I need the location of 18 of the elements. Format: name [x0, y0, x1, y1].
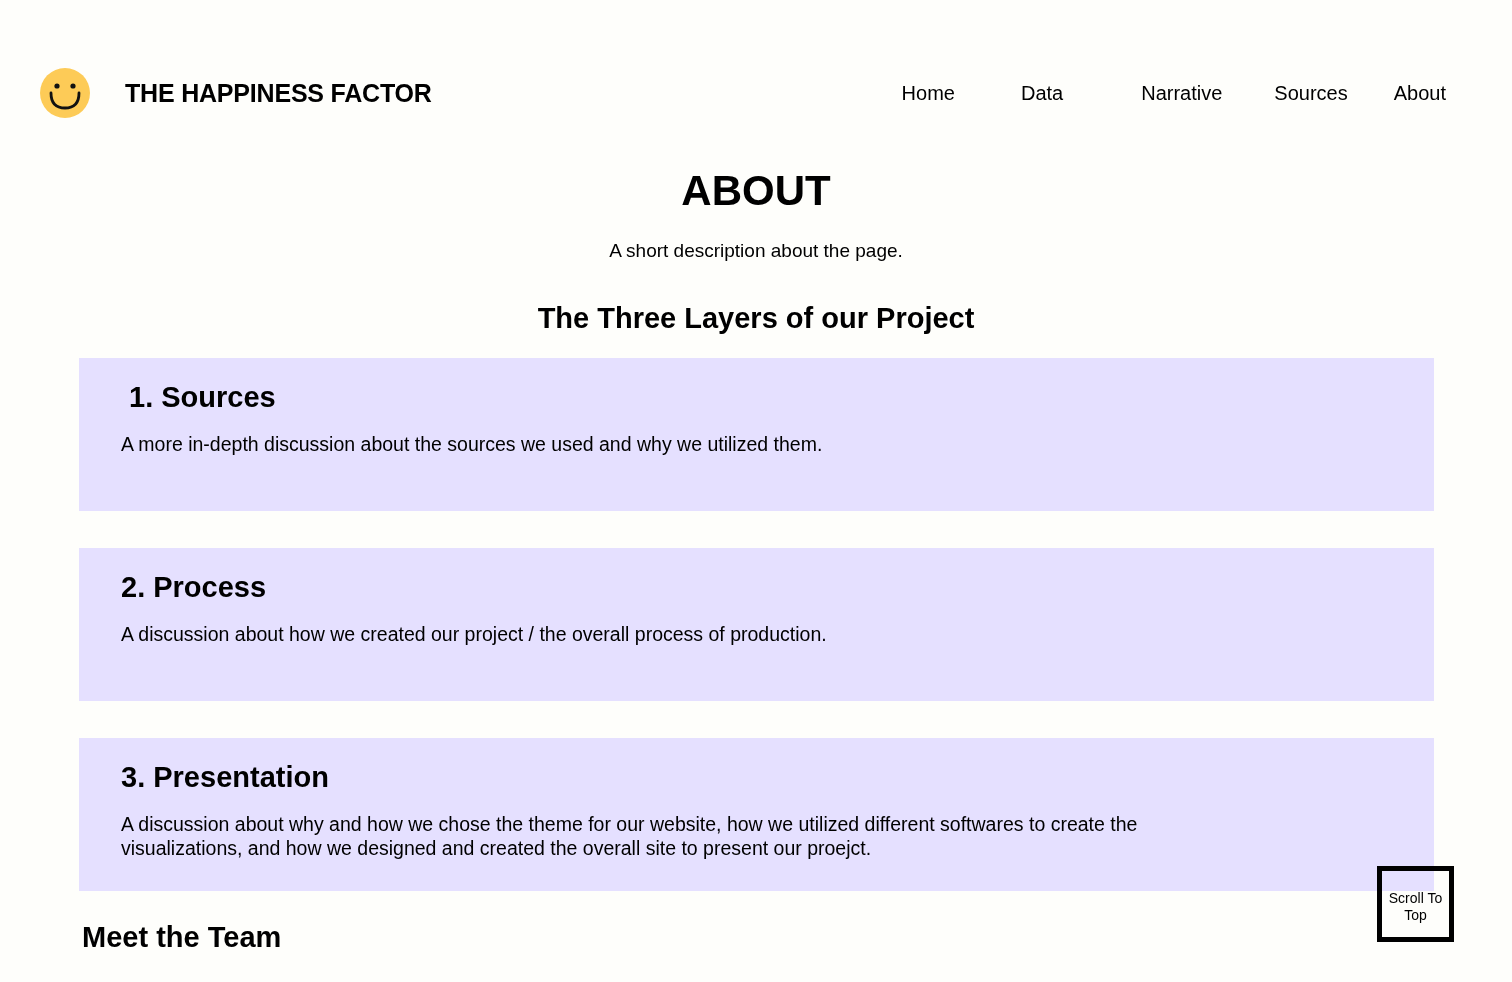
layer-heading: 3. Presentation	[121, 760, 330, 795]
layer-heading: 1. Sources	[128, 380, 277, 415]
nav-link[interactable]: Data	[1020, 81, 1064, 105]
nav-link[interactable]: Home	[901, 81, 955, 105]
layer-heading: 2. Process	[121, 570, 268, 605]
nav-link[interactable]: About	[1393, 81, 1446, 105]
layer-text: A discussion about how we created our project / the overall process of production.	[121, 622, 828, 646]
team-title: Meet the Team	[82, 920, 282, 955]
smiley-icon	[40, 68, 90, 118]
nav-link[interactable]: Narrative	[1141, 81, 1223, 105]
section-title: The Three Layers of our Project	[536, 301, 976, 336]
layer-text: A more in-depth discussion about the sources we used and why we utilized them.	[121, 432, 824, 456]
site-title: THE HAPPINESS FACTOR	[125, 78, 432, 108]
page-title: ABOUT	[680, 166, 832, 216]
nav-link[interactable]: Sources	[1274, 81, 1348, 105]
scroll-to-top-button[interactable]: Scroll To Top	[1377, 866, 1454, 942]
layer-text: A discussion about why and how we chose the theme for our website, how we utilized different softwares to create the visualizations, and how we designed and created the overall site to present our proejct.	[121, 812, 1139, 860]
page-description: A short description about the page.	[608, 239, 904, 263]
